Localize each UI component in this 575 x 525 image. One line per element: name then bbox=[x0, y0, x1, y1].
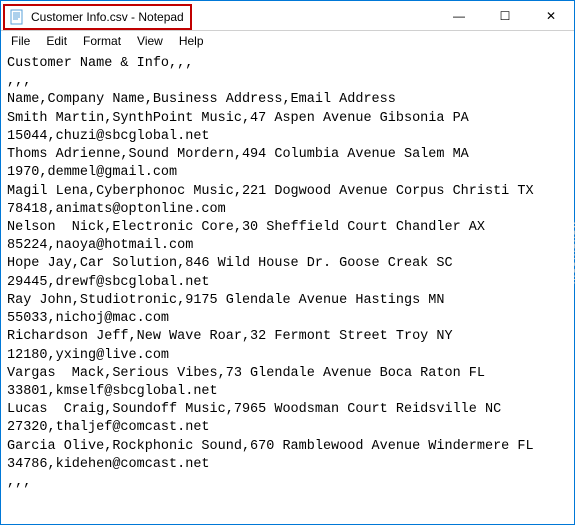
text-line: Magil Lena,Cyberphonoc Music,221 Dogwood… bbox=[7, 183, 568, 219]
text-line: Customer Name & Info,,, bbox=[7, 55, 568, 73]
text-line: ,,, bbox=[7, 474, 568, 492]
text-line: Ray John,Studiotronic,9175 Glendale Aven… bbox=[7, 292, 568, 328]
text-line: ,,, bbox=[7, 73, 568, 91]
text-line: Smith Martin,SynthPoint Music,47 Aspen A… bbox=[7, 110, 568, 146]
menubar: File Edit Format View Help bbox=[1, 31, 574, 51]
menu-view[interactable]: View bbox=[129, 32, 171, 50]
maximize-button[interactable]: ☐ bbox=[482, 1, 528, 30]
minimize-button[interactable]: — bbox=[436, 1, 482, 30]
text-line: Richardson Jeff,New Wave Roar,32 Fermont… bbox=[7, 328, 568, 364]
window-controls: — ☐ ✕ bbox=[436, 1, 574, 30]
text-line: Hope Jay,Car Solution,846 Wild House Dr.… bbox=[7, 255, 568, 291]
menu-edit[interactable]: Edit bbox=[38, 32, 75, 50]
text-line: Garcia Olive,Rockphonic Sound,670 Ramble… bbox=[7, 438, 568, 474]
close-button[interactable]: ✕ bbox=[528, 1, 574, 30]
title-highlight-box: Customer Info.csv - Notepad bbox=[3, 4, 192, 30]
text-line: Vargas Mack,Serious Vibes,73 Glendale Av… bbox=[7, 365, 568, 401]
text-editor-content[interactable]: Customer Name & Info,,,,,,Name,Company N… bbox=[1, 51, 574, 524]
titlebar: Customer Info.csv - Notepad — ☐ ✕ bbox=[1, 1, 574, 31]
notepad-icon bbox=[9, 9, 25, 25]
menu-help[interactable]: Help bbox=[171, 32, 212, 50]
window-title: Customer Info.csv - Notepad bbox=[31, 10, 184, 24]
menu-format[interactable]: Format bbox=[75, 32, 129, 50]
text-line: Name,Company Name,Business Address,Email… bbox=[7, 91, 568, 109]
text-line: Nelson Nick,Electronic Core,30 Sheffield… bbox=[7, 219, 568, 255]
menu-file[interactable]: File bbox=[3, 32, 38, 50]
text-line: Lucas Craig,Soundoff Music,7965 Woodsman… bbox=[7, 401, 568, 437]
text-line: Thoms Adrienne,Sound Mordern,494 Columbi… bbox=[7, 146, 568, 182]
